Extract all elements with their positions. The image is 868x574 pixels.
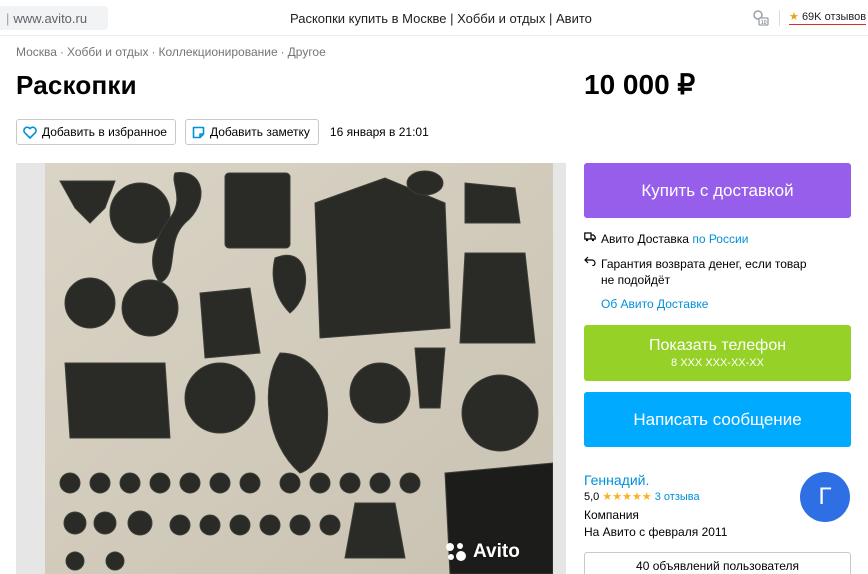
- browser-bar: | www.avito.ru Раскопки купить в Москве |…: [0, 0, 868, 36]
- listing-actions: Добавить в избранное Добавить заметку 16…: [16, 119, 429, 145]
- add-favorite-button[interactable]: Добавить в избранное: [16, 119, 176, 145]
- listing-price: 10 000 ₽: [584, 69, 696, 100]
- delivery-info: Авито Доставка по России: [584, 232, 748, 246]
- extension-icon[interactable]: 10: [752, 9, 770, 27]
- svg-text:10: 10: [761, 20, 767, 26]
- write-message-button[interactable]: Написать сообщение: [584, 392, 851, 447]
- breadcrumb-separator: ·: [59, 45, 64, 59]
- phone-masked: 8 XXX XXX-XX-XX: [671, 357, 764, 369]
- breadcrumb-collecting[interactable]: Коллекционирование: [158, 45, 277, 59]
- listing-date: 16 января в 21:01: [329, 125, 429, 139]
- page-tab-title: Раскопки купить в Москве | Хобби и отдых…: [290, 11, 592, 26]
- avito-watermark-text: Avito: [473, 541, 520, 562]
- show-phone-button[interactable]: Показать телефон 8 XXX XXX-XX-XX: [584, 325, 851, 381]
- add-favorite-label: Добавить в избранное: [42, 125, 167, 139]
- delivery-region-link[interactable]: по России: [692, 232, 748, 246]
- page-title: Раскопки: [16, 70, 137, 100]
- about-delivery-link[interactable]: Об Авито Доставке: [601, 297, 708, 311]
- avito-watermark: Avito: [445, 541, 520, 563]
- toolbar-separator: [779, 10, 780, 26]
- delivery-text: Авито Доставка: [601, 232, 689, 246]
- heart-icon: [23, 125, 37, 139]
- seller-since: На Авито с февраля 2011: [584, 525, 728, 539]
- star-icon: ★: [789, 11, 799, 23]
- return-arrow-icon: [584, 256, 596, 266]
- address-url: www.avito.ru: [13, 11, 88, 26]
- reviews-badge-label: 69K отзывов: [801, 11, 867, 23]
- add-note-label: Добавить заметку: [209, 125, 310, 139]
- seller-rating: 5,0 ★★★★★ 3 отзыва: [584, 490, 700, 503]
- add-note-button[interactable]: Добавить заметку: [184, 119, 319, 145]
- seller-name-link[interactable]: Геннадий.: [584, 472, 649, 488]
- breadcrumb-city[interactable]: Москва: [16, 45, 57, 59]
- avatar-letter: Г: [818, 483, 832, 510]
- breadcrumb-separator: ·: [151, 45, 156, 59]
- reviews-link[interactable]: 3 отзыва: [655, 491, 700, 503]
- breadcrumb: Москва · Хобби и отдых · Коллекционирование ·…: [16, 45, 326, 59]
- show-phone-label: Показать телефон: [648, 337, 787, 354]
- reviews-badge[interactable]: ★ 69K отзывов: [789, 10, 867, 25]
- rating-value: 5,0: [584, 491, 600, 503]
- rating-stars-icon: ★★★★★: [602, 491, 652, 503]
- breadcrumb-hobby[interactable]: Хобби и отдых: [67, 45, 149, 59]
- guarantee-info: Гарантия возврата денег, если товар не п…: [584, 256, 819, 288]
- note-icon: [192, 126, 205, 138]
- seller-type: Компания: [584, 508, 639, 522]
- breadcrumb-other[interactable]: Другое: [288, 45, 326, 59]
- about-delivery: Об Авито Доставке: [601, 297, 708, 311]
- seller-ads-button[interactable]: 40 объявлений пользователя: [584, 552, 851, 574]
- address-bar[interactable]: | www.avito.ru: [0, 6, 108, 30]
- truck-icon: [584, 232, 596, 242]
- avatar[interactable]: Г: [800, 472, 850, 522]
- address-bar-divider: |: [6, 11, 10, 26]
- avito-logo-icon: [446, 543, 466, 561]
- breadcrumb-separator: ·: [280, 45, 285, 59]
- buy-with-delivery-button[interactable]: Купить с доставкой: [584, 163, 851, 218]
- listing-photo[interactable]: [45, 163, 553, 574]
- guarantee-text: Гарантия возврата денег, если товар не п…: [601, 257, 807, 287]
- photo-gallery[interactable]: Avito: [16, 163, 566, 574]
